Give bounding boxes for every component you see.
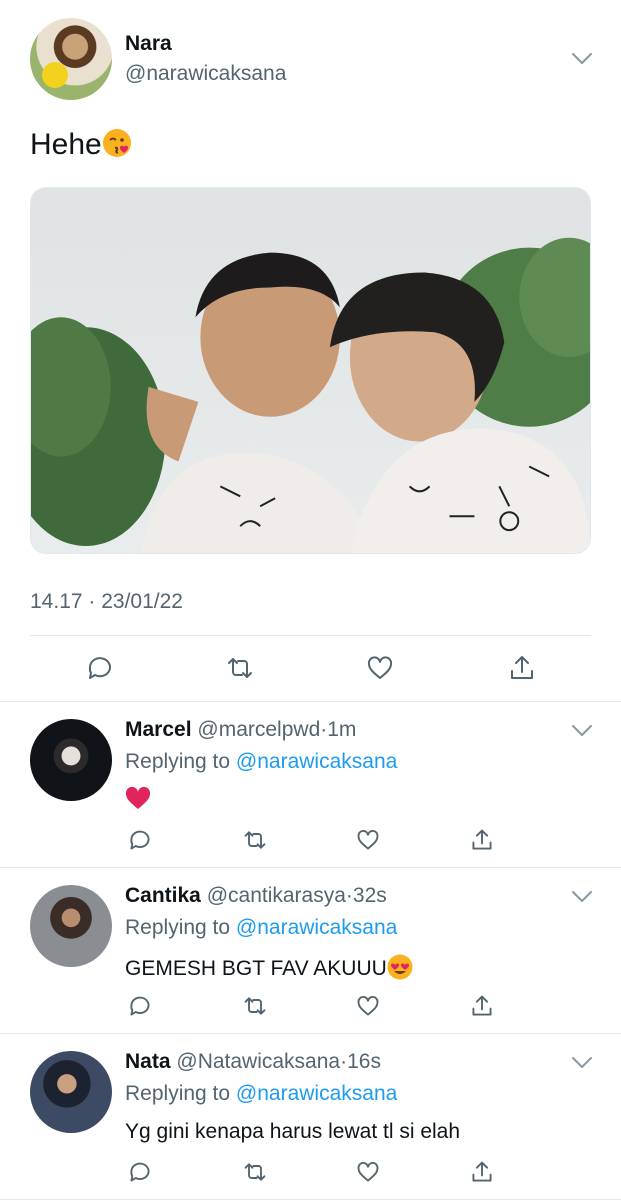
reply-text: GEMESH BGT FAV AKUUU	[125, 954, 413, 981]
reply-text: Yg gini kenapa harus lewat tl si elah	[125, 1120, 460, 1144]
reply-header: Cantika @cantikarasya·32s	[125, 884, 387, 908]
main-author-name[interactable]: Nara	[125, 32, 172, 56]
main-tweet-text-content: Hehe	[30, 128, 102, 161]
reply-icon[interactable]	[128, 828, 152, 852]
replying-mention[interactable]: @narawicaksana	[236, 1082, 397, 1105]
retweet-icon[interactable]	[243, 1160, 267, 1184]
reply-text-content: Yg gini kenapa harus lewat tl si elah	[125, 1120, 461, 1143]
reply-separator: ·	[345, 884, 353, 907]
divider	[0, 1033, 621, 1034]
divider	[0, 701, 621, 702]
reply-author-handle[interactable]: @cantikarasya	[207, 884, 346, 907]
chevron-down-icon[interactable]	[571, 1056, 593, 1070]
reply-text-content: GEMESH BGT FAV AKUUU	[125, 957, 387, 980]
share-icon[interactable]	[508, 654, 536, 682]
chevron-down-icon[interactable]	[571, 724, 593, 738]
like-icon[interactable]	[356, 1160, 380, 1184]
avatar-detail	[42, 62, 68, 88]
replying-label: Replying to	[125, 750, 231, 773]
reply-time[interactable]: 32s	[353, 884, 387, 907]
share-icon[interactable]	[470, 1160, 494, 1184]
reply-author-handle[interactable]: @marcelpwd	[197, 718, 320, 741]
reply-time[interactable]: 1m	[327, 718, 356, 741]
replying-to: Replying to @narawicaksana	[125, 1082, 397, 1106]
reply-author-name[interactable]: Marcel	[125, 718, 192, 741]
reply-author-name[interactable]: Cantika	[125, 884, 201, 907]
like-icon[interactable]	[366, 654, 394, 682]
kissing-face-emoji	[102, 128, 132, 158]
reply-author-name[interactable]: Nata	[125, 1050, 171, 1073]
reply-icon[interactable]	[128, 994, 152, 1018]
red-heart-emoji	[125, 785, 151, 811]
tweet-photo[interactable]	[30, 187, 591, 554]
replying-label: Replying to	[125, 916, 231, 939]
replying-mention[interactable]: @narawicaksana	[236, 916, 397, 939]
main-author-avatar[interactable]	[30, 18, 112, 100]
reply-author-handle[interactable]: @Natawicaksana	[176, 1050, 340, 1073]
chevron-down-icon[interactable]	[571, 890, 593, 904]
retweet-icon[interactable]	[243, 828, 267, 852]
reply-header: Marcel @marcelpwd·1m	[125, 718, 356, 742]
reply-icon[interactable]	[86, 654, 114, 682]
reply-text	[125, 785, 151, 812]
retweet-icon[interactable]	[226, 654, 254, 682]
replying-label: Replying to	[125, 1082, 231, 1105]
like-icon[interactable]	[356, 828, 380, 852]
share-icon[interactable]	[470, 994, 494, 1018]
reply-author-avatar[interactable]	[30, 719, 112, 801]
replying-mention[interactable]: @narawicaksana	[236, 750, 397, 773]
retweet-icon[interactable]	[243, 994, 267, 1018]
divider	[0, 867, 621, 868]
replying-to: Replying to @narawicaksana	[125, 750, 397, 774]
reply-time[interactable]: 16s	[347, 1050, 381, 1073]
chevron-down-icon[interactable]	[571, 52, 593, 66]
reply-icon[interactable]	[128, 1160, 152, 1184]
reply-author-avatar[interactable]	[30, 885, 112, 967]
replying-to: Replying to @narawicaksana	[125, 916, 397, 940]
like-icon[interactable]	[356, 994, 380, 1018]
reply-author-avatar[interactable]	[30, 1051, 112, 1133]
tweet-timestamp[interactable]: 14.17 · 23/01/22	[30, 590, 183, 614]
reply-header: Nata @Natawicaksana·16s	[125, 1050, 381, 1074]
main-author-handle[interactable]: @narawicaksana	[125, 62, 286, 86]
heart-eyes-emoji	[387, 954, 413, 980]
divider	[30, 635, 591, 636]
share-icon[interactable]	[470, 828, 494, 852]
main-tweet-text: Hehe	[30, 128, 132, 162]
